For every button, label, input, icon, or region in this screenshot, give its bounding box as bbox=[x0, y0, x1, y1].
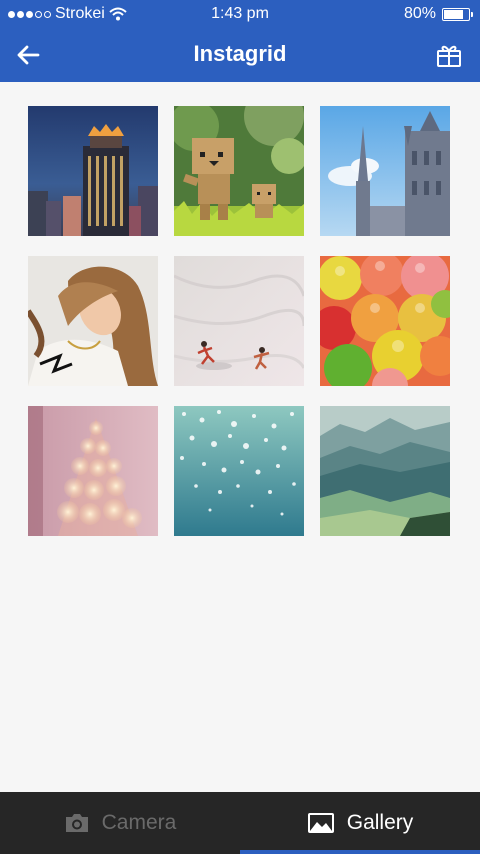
gift-icon[interactable] bbox=[436, 42, 462, 68]
bottom-tab-bar: Camera Gallery bbox=[0, 792, 480, 854]
tab-gallery-label: Gallery bbox=[346, 811, 414, 834]
tab-gallery[interactable]: Gallery bbox=[240, 792, 480, 854]
photo-thumbnail-candies[interactable] bbox=[320, 256, 450, 386]
battery-percent: 80% bbox=[403, 5, 436, 22]
tab-camera-label: Camera bbox=[101, 811, 177, 834]
camera-icon bbox=[65, 814, 88, 832]
tab-camera[interactable]: Camera bbox=[0, 792, 240, 854]
photo-thumbnail-beach[interactable] bbox=[174, 256, 304, 386]
active-tab-indicator bbox=[240, 850, 480, 854]
page-title: Instagrid bbox=[193, 41, 287, 66]
photo-thumbnail-cathedral[interactable] bbox=[320, 106, 450, 236]
carrier-name: Strokei bbox=[55, 5, 105, 22]
photo-thumbnail-bokeh-tree[interactable] bbox=[28, 406, 158, 536]
photo-thumbnail-robots[interactable] bbox=[174, 106, 304, 236]
status-left: Strokei bbox=[8, 5, 127, 23]
photo-thumbnail-portrait[interactable] bbox=[28, 256, 158, 386]
photo-thumbnail-city[interactable] bbox=[28, 106, 158, 236]
image-icon bbox=[307, 813, 334, 833]
status-bar: Strokei 1:43 pm 80% bbox=[0, 0, 480, 28]
signal-strength-icon bbox=[8, 10, 51, 18]
photo-thumbnail-mountains[interactable] bbox=[320, 406, 450, 536]
photo-thumbnail-water[interactable] bbox=[174, 406, 304, 536]
battery-icon bbox=[442, 7, 473, 21]
photo-grid bbox=[28, 106, 450, 536]
wifi-icon bbox=[109, 7, 127, 21]
status-right: 80% bbox=[403, 5, 473, 23]
app-header: Instagrid bbox=[0, 28, 480, 82]
